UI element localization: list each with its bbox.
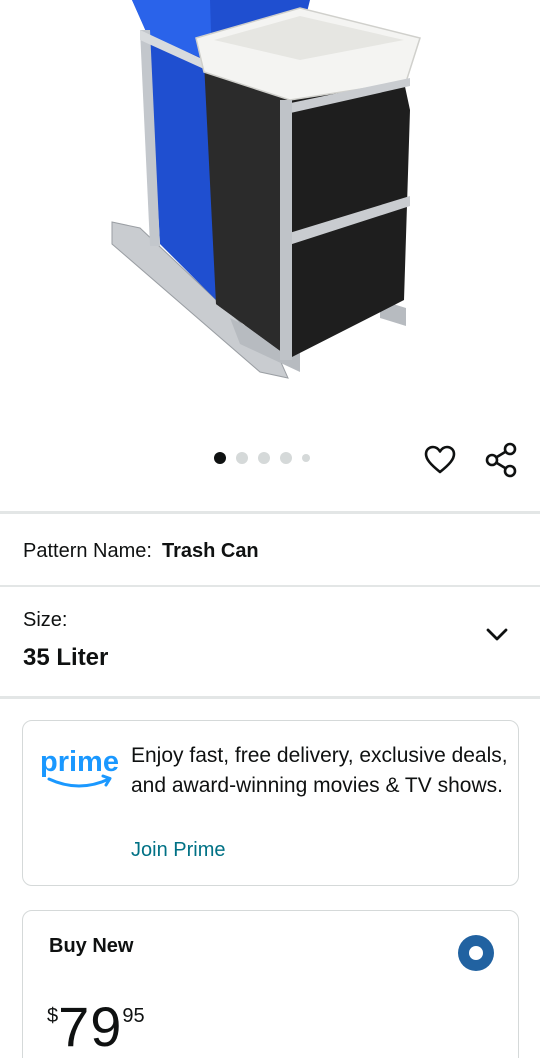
product-image[interactable] bbox=[0, 0, 540, 430]
pattern-value: Trash Can bbox=[161, 540, 259, 562]
buy-new-title: Buy New bbox=[49, 935, 134, 957]
carousel-dot[interactable] bbox=[214, 452, 226, 464]
pattern-name-row: Pattern Name: Trash Can bbox=[23, 540, 259, 563]
size-label: Size: bbox=[23, 609, 68, 631]
buy-new-radio[interactable] bbox=[458, 935, 494, 971]
carousel-dot[interactable] bbox=[302, 454, 310, 462]
price-whole: 79 bbox=[58, 995, 123, 1058]
price-fraction: 95 bbox=[122, 1005, 145, 1027]
prime-logo: prime bbox=[40, 746, 119, 788]
pattern-label: Pattern Name: bbox=[23, 540, 152, 562]
join-prime-link[interactable]: Join Prime bbox=[131, 839, 225, 862]
prime-description: Enjoy fast, free delivery, exclusive dea… bbox=[131, 744, 508, 797]
carousel-dot[interactable] bbox=[258, 452, 270, 464]
price: $ 79 95 bbox=[47, 999, 145, 1055]
heart-icon[interactable] bbox=[420, 440, 460, 480]
buy-new-card[interactable]: Buy New $ 79 95 bbox=[22, 910, 519, 1058]
prime-promo-card: prime Enjoy fast, free delivery, exclusi… bbox=[22, 720, 519, 886]
image-carousel-indicator[interactable] bbox=[214, 452, 310, 464]
carousel-dot[interactable] bbox=[280, 452, 292, 464]
carousel-dot[interactable] bbox=[236, 452, 248, 464]
share-icon[interactable] bbox=[481, 440, 521, 480]
section-divider bbox=[0, 696, 540, 699]
section-divider bbox=[0, 585, 540, 587]
prime-logo-text: prime bbox=[40, 746, 119, 778]
size-value: 35 Liter bbox=[23, 644, 109, 671]
chevron-down-icon[interactable] bbox=[484, 622, 510, 648]
size-selector[interactable]: Size: 35 Liter bbox=[0, 588, 540, 696]
section-divider bbox=[0, 511, 540, 514]
radio-selected-indicator bbox=[469, 946, 483, 960]
price-symbol: $ bbox=[47, 1005, 59, 1027]
